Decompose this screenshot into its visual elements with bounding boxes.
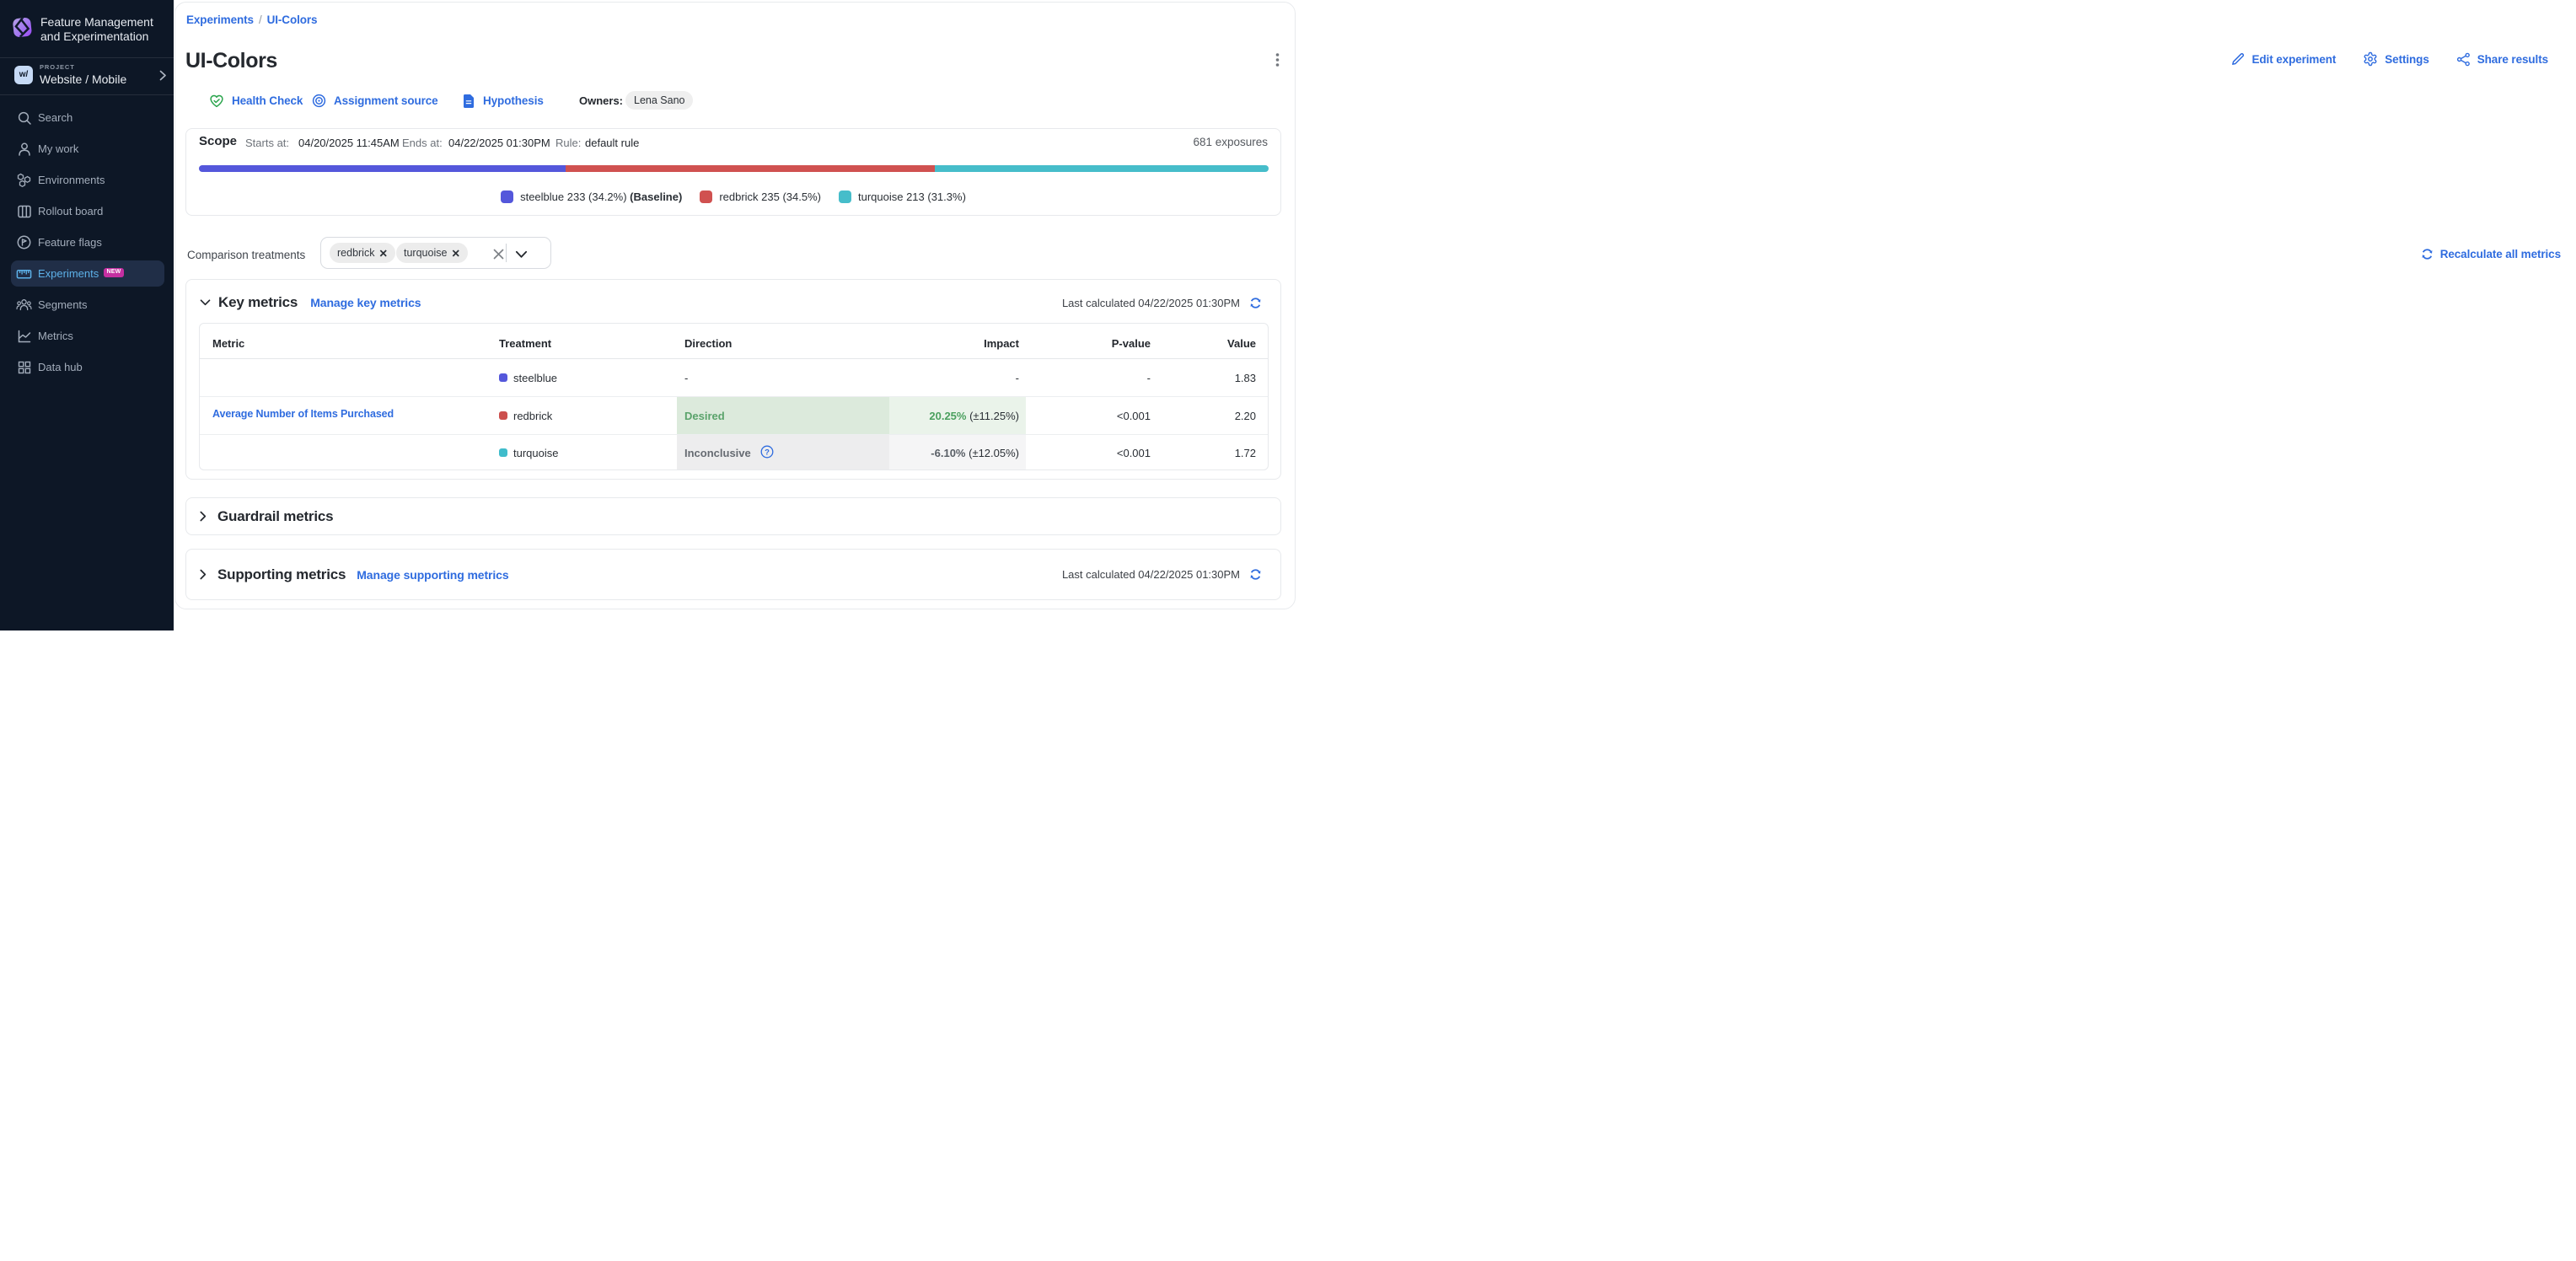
svg-text:?: ? — [765, 448, 770, 457]
